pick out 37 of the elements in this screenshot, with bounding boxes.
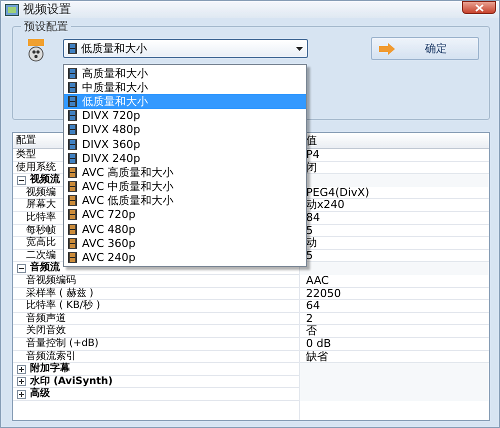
property-label: 关闭音效 xyxy=(26,325,66,336)
dropdown-item[interactable]: DIVX 720p xyxy=(64,108,306,123)
column-header: 配置 xyxy=(16,135,36,146)
property-label: 使用系统 xyxy=(16,162,56,173)
dropdown-item[interactable]: DIVX 480p xyxy=(64,122,306,137)
property-value[interactable]: 22050 xyxy=(299,288,489,300)
property-label: 每秒帧 xyxy=(26,224,56,236)
window-title: 视频设置 xyxy=(23,1,72,18)
group-legend: 预设配置 xyxy=(21,19,71,34)
property-label: 屏幕大 xyxy=(26,199,56,210)
section-label[interactable]: 高级 xyxy=(30,388,50,401)
property-label: 类型 xyxy=(16,149,36,160)
property-value[interactable]: 0 dB xyxy=(299,338,489,350)
dropdown-item[interactable]: DIVX 360p xyxy=(64,136,306,152)
property-value[interactable]: 否 xyxy=(299,325,489,338)
property-value[interactable]: 2 xyxy=(299,312,489,326)
section-label[interactable]: 音频流 xyxy=(30,262,60,275)
property-value[interactable]: AAC xyxy=(299,274,489,288)
dropdown-item[interactable]: 中质量和大小 xyxy=(64,80,306,94)
property-label: 比特率 ( KB/秒 ) xyxy=(26,300,100,312)
property-label: 视频编 xyxy=(26,186,56,198)
property-label: 音频声道 xyxy=(26,312,66,324)
property-label: 采样率 ( 赫兹 ) xyxy=(26,288,94,299)
property-label: 音量控制 (+dB) xyxy=(26,338,99,349)
property-label: 宽高比 xyxy=(26,237,56,248)
dropdown-item[interactable]: 高质量和大小 xyxy=(64,66,306,80)
section-label[interactable]: 视频流 xyxy=(30,174,60,187)
property-label: 音视频编码 xyxy=(26,274,76,286)
section-label[interactable]: 附加字幕 xyxy=(30,363,70,376)
property-label: 比特率 xyxy=(26,212,56,223)
column-header: 值 xyxy=(306,134,317,147)
section-label[interactable]: 水印 (AviSynth) xyxy=(30,376,113,388)
preset-dropdown[interactable]: 低质量和大小 xyxy=(63,39,308,58)
property-label: 二次编 xyxy=(26,250,56,261)
property-value[interactable]: 64 xyxy=(299,300,489,313)
confirm-button[interactable]: 确定 xyxy=(371,37,479,60)
property-label: 音频流索引 xyxy=(26,350,76,362)
